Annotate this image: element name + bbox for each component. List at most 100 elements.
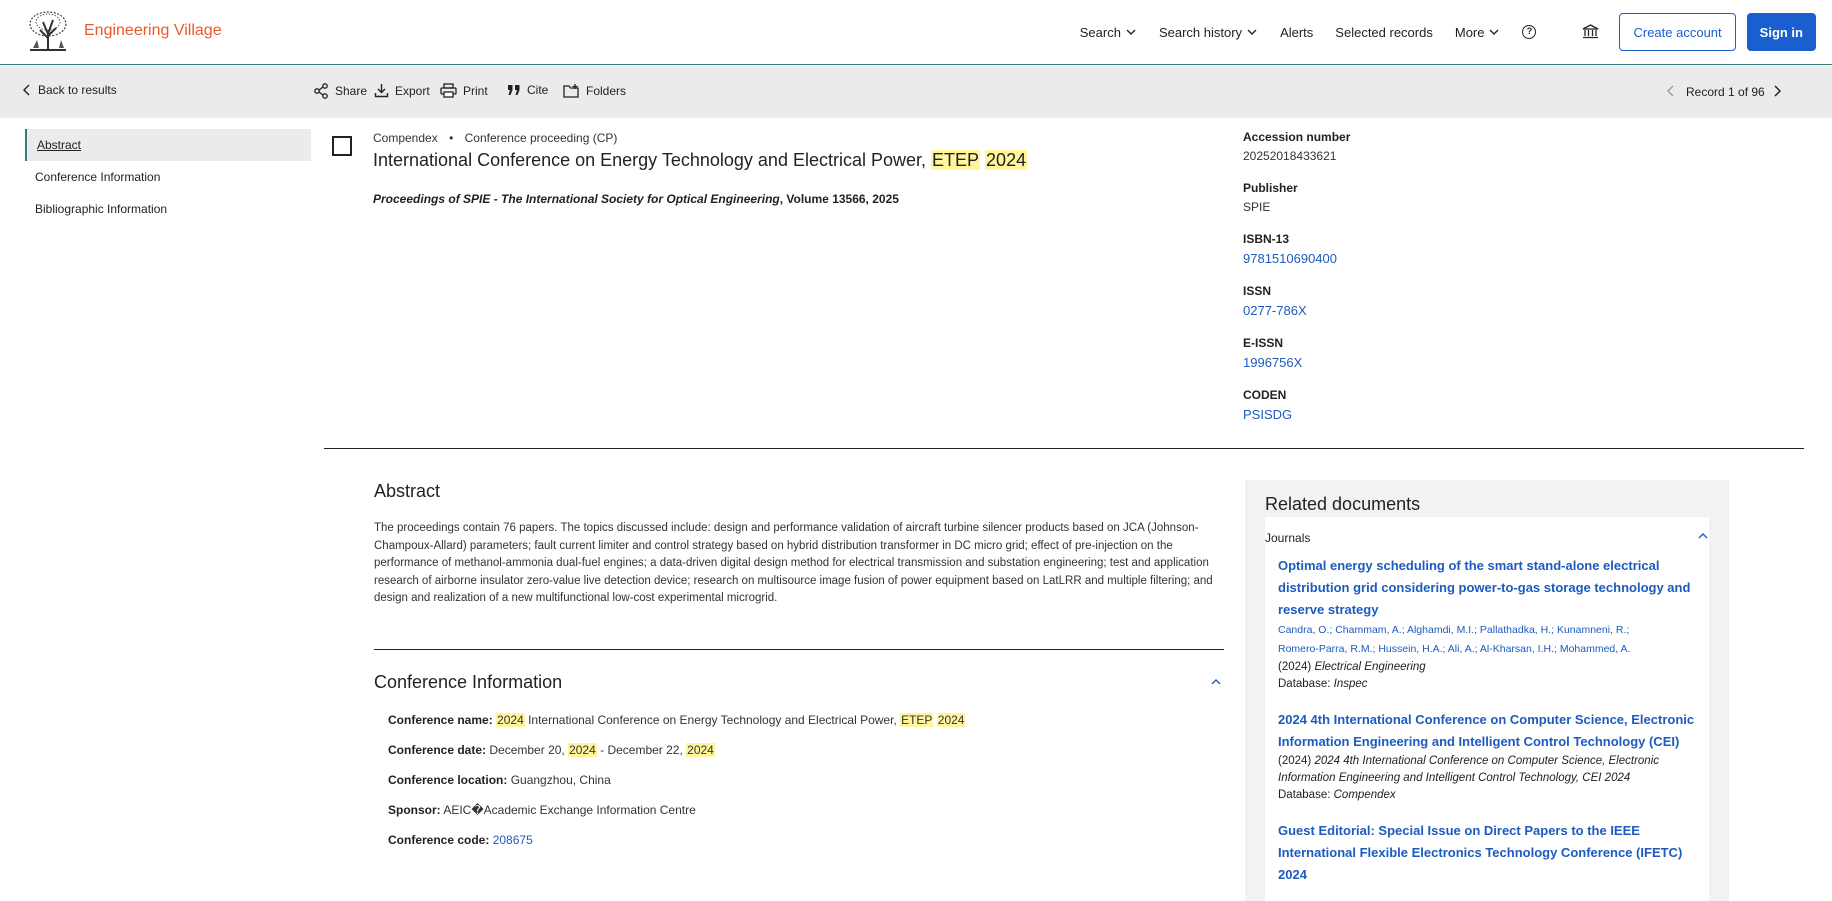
authors-line[interactable]: Candra, O.; Chammam, A.; Alghamdi, M.I.;… bbox=[1278, 621, 1697, 640]
conference-name-label: Conference name: bbox=[388, 713, 493, 727]
conference-location-label: Conference location: bbox=[388, 773, 508, 787]
folders-button[interactable]: Folders bbox=[563, 83, 626, 98]
nav-more[interactable]: More bbox=[1455, 25, 1501, 40]
elsevier-tree-logo[interactable] bbox=[25, 10, 71, 52]
record-title-text: International Conference on Energy Techn… bbox=[373, 150, 932, 170]
related-document: Optimal energy scheduling of the smart s… bbox=[1265, 555, 1709, 693]
related-documents-list: Journals Optimal energy scheduling of th… bbox=[1265, 517, 1709, 901]
related-document-database: Database: Compendex bbox=[1278, 787, 1697, 804]
related-document-database: Database: Inspec bbox=[1278, 676, 1697, 693]
folder-add-icon bbox=[563, 84, 579, 98]
conference-information-heading: Conference Information bbox=[374, 672, 563, 692]
related-document-authors: Candra, O.; Chammam, A.; Alghamdi, M.I.;… bbox=[1278, 621, 1697, 659]
printer-icon bbox=[440, 83, 457, 98]
create-account-button[interactable]: Create account bbox=[1619, 13, 1736, 51]
institution-button[interactable] bbox=[1582, 24, 1599, 40]
accession-number-value: 20252018433621 bbox=[1243, 149, 1337, 163]
share-label: Share bbox=[335, 84, 368, 98]
related-document-title-link[interactable]: Optimal energy scheduling of the smart s… bbox=[1278, 555, 1697, 621]
isbn-label: ISBN-13 bbox=[1243, 232, 1290, 246]
quote-icon bbox=[508, 85, 520, 95]
record-title: International Conference on Energy Techn… bbox=[373, 150, 1028, 171]
related-document-title-link[interactable]: Guest Editorial: Special Issue on Direct… bbox=[1278, 820, 1697, 886]
record-position: Record 1 of 96 bbox=[1686, 85, 1765, 99]
chevron-down-icon bbox=[1247, 29, 1257, 35]
abstract-text: The proceedings contain 76 papers. The t… bbox=[374, 522, 1213, 604]
isbn-link[interactable]: 9781510690400 bbox=[1243, 251, 1543, 266]
nav-more-label: More bbox=[1454, 24, 1485, 40]
database-value: Inspec bbox=[1333, 678, 1368, 690]
journals-accordion-header[interactable]: Journals bbox=[1265, 517, 1709, 555]
folders-label: Folders bbox=[586, 83, 627, 98]
export-label: Export bbox=[395, 83, 430, 98]
related-document: Guest Editorial: Special Issue on Direct… bbox=[1265, 820, 1709, 886]
section-link-conference-information[interactable]: Conference Information bbox=[25, 161, 311, 193]
chevron-right-icon bbox=[1774, 85, 1782, 97]
next-record-button[interactable] bbox=[1772, 85, 1788, 97]
coden-link[interactable]: PSISDG bbox=[1243, 407, 1543, 422]
related-document-source: (2024) Electrical Engineering bbox=[1278, 659, 1697, 676]
sponsor-label: Sponsor: bbox=[388, 803, 441, 817]
highlight-term: 2024 bbox=[936, 713, 966, 727]
conference-code-row: Conference code: 208675 bbox=[388, 833, 533, 847]
section-link-bibliographic-information[interactable]: Bibliographic Information bbox=[25, 193, 311, 225]
conference-code-link[interactable]: 208675 bbox=[493, 833, 533, 847]
export-button[interactable]: Export bbox=[374, 83, 430, 98]
source-title: Proceedings of SPIE - The International … bbox=[373, 192, 780, 206]
related-document: 2024 4th International Conference on Com… bbox=[1265, 709, 1709, 804]
abstract-divider bbox=[374, 649, 1224, 650]
nav-alerts[interactable]: Alerts bbox=[1280, 25, 1313, 40]
highlight-term: 2024 bbox=[496, 713, 525, 727]
back-to-results-label: Back to results bbox=[38, 83, 117, 97]
chevron-up-icon bbox=[1698, 533, 1708, 539]
authors-line[interactable]: Romero-Parra, R.M.; Hussein, H.A.; Ali, … bbox=[1278, 640, 1697, 659]
related-document-title-link[interactable]: 2024 4th International Conference on Com… bbox=[1278, 709, 1697, 753]
eissn-label: E-ISSN bbox=[1243, 336, 1284, 350]
print-label: Print bbox=[463, 83, 488, 98]
nav-selected-records[interactable]: Selected records bbox=[1335, 25, 1433, 40]
source-volume: , Volume 13566, 2025 bbox=[779, 192, 899, 206]
issn-link[interactable]: 0277-786X bbox=[1243, 303, 1543, 318]
chevron-down-icon bbox=[1126, 29, 1136, 35]
nav-search-history-label: Search history bbox=[1158, 24, 1243, 40]
sponsor-value: AEIC�Academic Exchange Information Centr… bbox=[443, 803, 696, 817]
issn-label: ISSN bbox=[1243, 284, 1272, 298]
publisher-value: SPIE bbox=[1243, 200, 1271, 214]
record-metadata: Accession number 20252018433621 Publishe… bbox=[1243, 130, 1543, 440]
record-type-line: Compendex • Conference proceeding (CP) bbox=[373, 131, 617, 145]
highlight-term: ETEP bbox=[900, 713, 934, 727]
help-button[interactable]: ? bbox=[1522, 25, 1537, 39]
top-navigation: Search Search history Alerts Selected re… bbox=[1080, 0, 1832, 64]
nav-search[interactable]: Search bbox=[1080, 25, 1137, 40]
source-year: (2024) bbox=[1278, 661, 1315, 673]
nav-search-history[interactable]: Search history bbox=[1159, 25, 1258, 40]
highlight-term: 2024 bbox=[568, 743, 597, 757]
related-documents-heading: Related documents bbox=[1265, 494, 1421, 514]
database-value: Compendex bbox=[1333, 789, 1396, 801]
share-button[interactable]: Share bbox=[313, 83, 367, 99]
conference-date-start: December 20, bbox=[489, 743, 569, 757]
source-journal: 2024 4th International Conference on Com… bbox=[1278, 755, 1660, 784]
back-to-results-link[interactable]: Back to results bbox=[22, 83, 117, 97]
eissn-link[interactable]: 1996756X bbox=[1243, 355, 1543, 370]
document-type: Conference proceeding (CP) bbox=[464, 131, 618, 145]
select-record-checkbox[interactable] bbox=[332, 136, 352, 156]
related-document-source: (2024) 2024 4th International Conference… bbox=[1278, 753, 1697, 787]
download-icon bbox=[374, 84, 389, 98]
brand-name[interactable]: Engineering Village bbox=[84, 22, 222, 40]
chevron-up-icon[interactable] bbox=[1210, 677, 1222, 687]
conference-name-row: Conference name: 2024 International Conf… bbox=[388, 713, 966, 727]
previous-record-button[interactable] bbox=[1666, 85, 1682, 97]
record-toolbar: Back to results Share Export Print Cite bbox=[0, 66, 1832, 118]
related-documents-panel: Related documents Journals Optimal energ… bbox=[1245, 480, 1729, 901]
section-divider bbox=[324, 448, 1804, 449]
cite-button[interactable]: Cite bbox=[507, 83, 548, 97]
section-link-abstract[interactable]: Abstract bbox=[25, 129, 311, 161]
conference-location-value: Guangzhou, China bbox=[510, 773, 611, 787]
sponsor-row: Sponsor: AEIC�Academic Exchange Informat… bbox=[388, 803, 696, 817]
cite-label: Cite bbox=[527, 83, 549, 97]
database-label: Database: bbox=[1278, 678, 1334, 690]
print-button[interactable]: Print bbox=[440, 83, 488, 98]
share-icon bbox=[314, 83, 328, 99]
sign-in-button[interactable]: Sign in bbox=[1746, 13, 1816, 51]
